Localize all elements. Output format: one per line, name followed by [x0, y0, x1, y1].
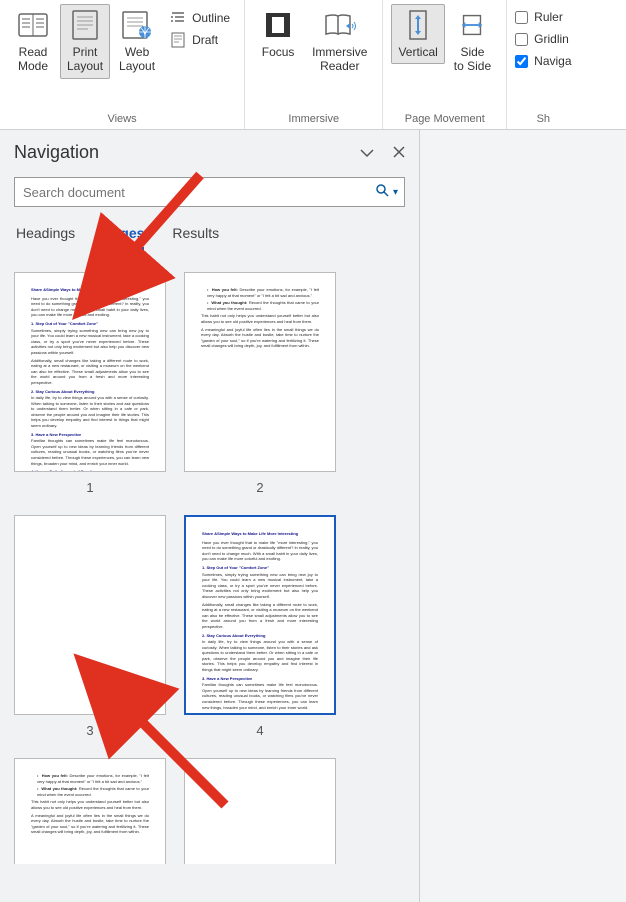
print-layout-label: Print Layout [67, 45, 103, 74]
thumb-number-1: 1 [86, 480, 93, 495]
draft-icon [170, 32, 186, 48]
document-area[interactable] [420, 130, 626, 902]
focus-label: Focus [262, 45, 295, 59]
gridlines-label: Gridlin [534, 32, 569, 46]
views-group-label: Views [107, 111, 136, 127]
draft-label: Draft [192, 33, 218, 47]
immersive-reader-button[interactable]: Immersive Reader [305, 4, 374, 79]
navigation-label: Naviga [534, 54, 571, 68]
vertical-icon [402, 9, 434, 41]
web-layout-label: Web Layout [119, 45, 155, 74]
thumb-wrap-5: • How you felt: Describe your emotions, … [14, 758, 166, 864]
page-thumbnails: Share &Simple Ways to Make Life More Int… [14, 266, 405, 864]
ribbon: Read Mode Print Layout Web Layout [0, 0, 626, 130]
read-mode-label: Read Mode [18, 45, 48, 74]
web-layout-button[interactable]: Web Layout [112, 4, 162, 79]
thumb-number-2: 2 [256, 480, 263, 495]
immersive-group-label: Immersive [288, 111, 339, 127]
ruler-check-input[interactable] [515, 11, 528, 24]
thumb-number-3: 3 [86, 723, 93, 738]
read-mode-icon [17, 9, 49, 41]
outline-icon [170, 10, 186, 26]
vertical-button[interactable]: Vertical [391, 4, 444, 64]
immersive-group: Focus Immersive Reader Immersive [245, 0, 383, 129]
side-to-side-label: Side to Side [454, 45, 491, 74]
focus-icon [262, 9, 294, 41]
outline-label: Outline [192, 11, 230, 25]
tab-pages[interactable]: Pages [103, 225, 144, 250]
nav-title: Navigation [14, 142, 99, 163]
search-box[interactable]: ▾ [14, 177, 405, 207]
tab-results[interactable]: Results [172, 225, 219, 250]
page-thumbnail-2[interactable]: • How you felt: Describe your emotions, … [184, 272, 336, 472]
navigation-panel: Navigation ▾ Headings Pages Results Shar… [0, 130, 420, 902]
outline-button[interactable]: Outline [164, 8, 236, 28]
ruler-checkbox[interactable]: Ruler [515, 8, 563, 26]
page-movement-group: Vertical Side to Side Page Movement [383, 0, 507, 129]
immersive-reader-icon [324, 9, 356, 41]
collapse-icon[interactable] [359, 145, 375, 161]
immersive-reader-label: Immersive Reader [312, 45, 367, 74]
search-dropdown-icon[interactable]: ▾ [393, 187, 398, 198]
web-layout-icon [121, 9, 153, 41]
thumb-wrap-4: Share &Simple Ways to Make Life More Int… [184, 515, 336, 738]
page-movement-group-label: Page Movement [405, 111, 485, 127]
thumb-number-4: 4 [256, 723, 263, 738]
search-row: ▾ [14, 177, 405, 207]
show-group: Ruler Gridlin Naviga Sh [507, 0, 579, 129]
thumb-wrap-2: • How you felt: Describe your emotions, … [184, 272, 336, 495]
page-thumbnail-4[interactable]: Share &Simple Ways to Make Life More Int… [184, 515, 336, 715]
page-thumbnail-6[interactable] [184, 758, 336, 864]
views-group: Read Mode Print Layout Web Layout [0, 0, 245, 129]
show-group-label: Sh [537, 111, 550, 127]
navigation-checkbox[interactable]: Naviga [515, 52, 571, 70]
thumb-wrap-3: 3 [14, 515, 166, 738]
print-layout-button[interactable]: Print Layout [60, 4, 110, 79]
thumb-wrap-1: Share &Simple Ways to Make Life More Int… [14, 272, 166, 495]
ruler-label: Ruler [534, 10, 563, 24]
draft-button[interactable]: Draft [164, 30, 236, 50]
side-to-side-button[interactable]: Side to Side [447, 4, 498, 79]
side-to-side-icon [456, 9, 488, 41]
focus-button[interactable]: Focus [253, 4, 303, 64]
nav-header: Navigation [14, 142, 405, 163]
read-mode-button[interactable]: Read Mode [8, 4, 58, 79]
search-icon[interactable] [375, 183, 389, 202]
page-thumbnail-1[interactable]: Share &Simple Ways to Make Life More Int… [14, 272, 166, 472]
navigation-check-input[interactable] [515, 55, 528, 68]
nav-tabs: Headings Pages Results [14, 225, 405, 250]
close-icon[interactable] [393, 145, 405, 161]
gridlines-checkbox[interactable]: Gridlin [515, 30, 569, 48]
tab-headings[interactable]: Headings [16, 225, 75, 250]
vertical-label: Vertical [398, 45, 437, 59]
gridlines-check-input[interactable] [515, 33, 528, 46]
page-thumbnail-5[interactable]: • How you felt: Describe your emotions, … [14, 758, 166, 864]
print-layout-icon [69, 9, 101, 41]
thumb-wrap-6 [184, 758, 336, 864]
page-thumbnail-3[interactable] [14, 515, 166, 715]
search-input[interactable] [15, 185, 369, 200]
